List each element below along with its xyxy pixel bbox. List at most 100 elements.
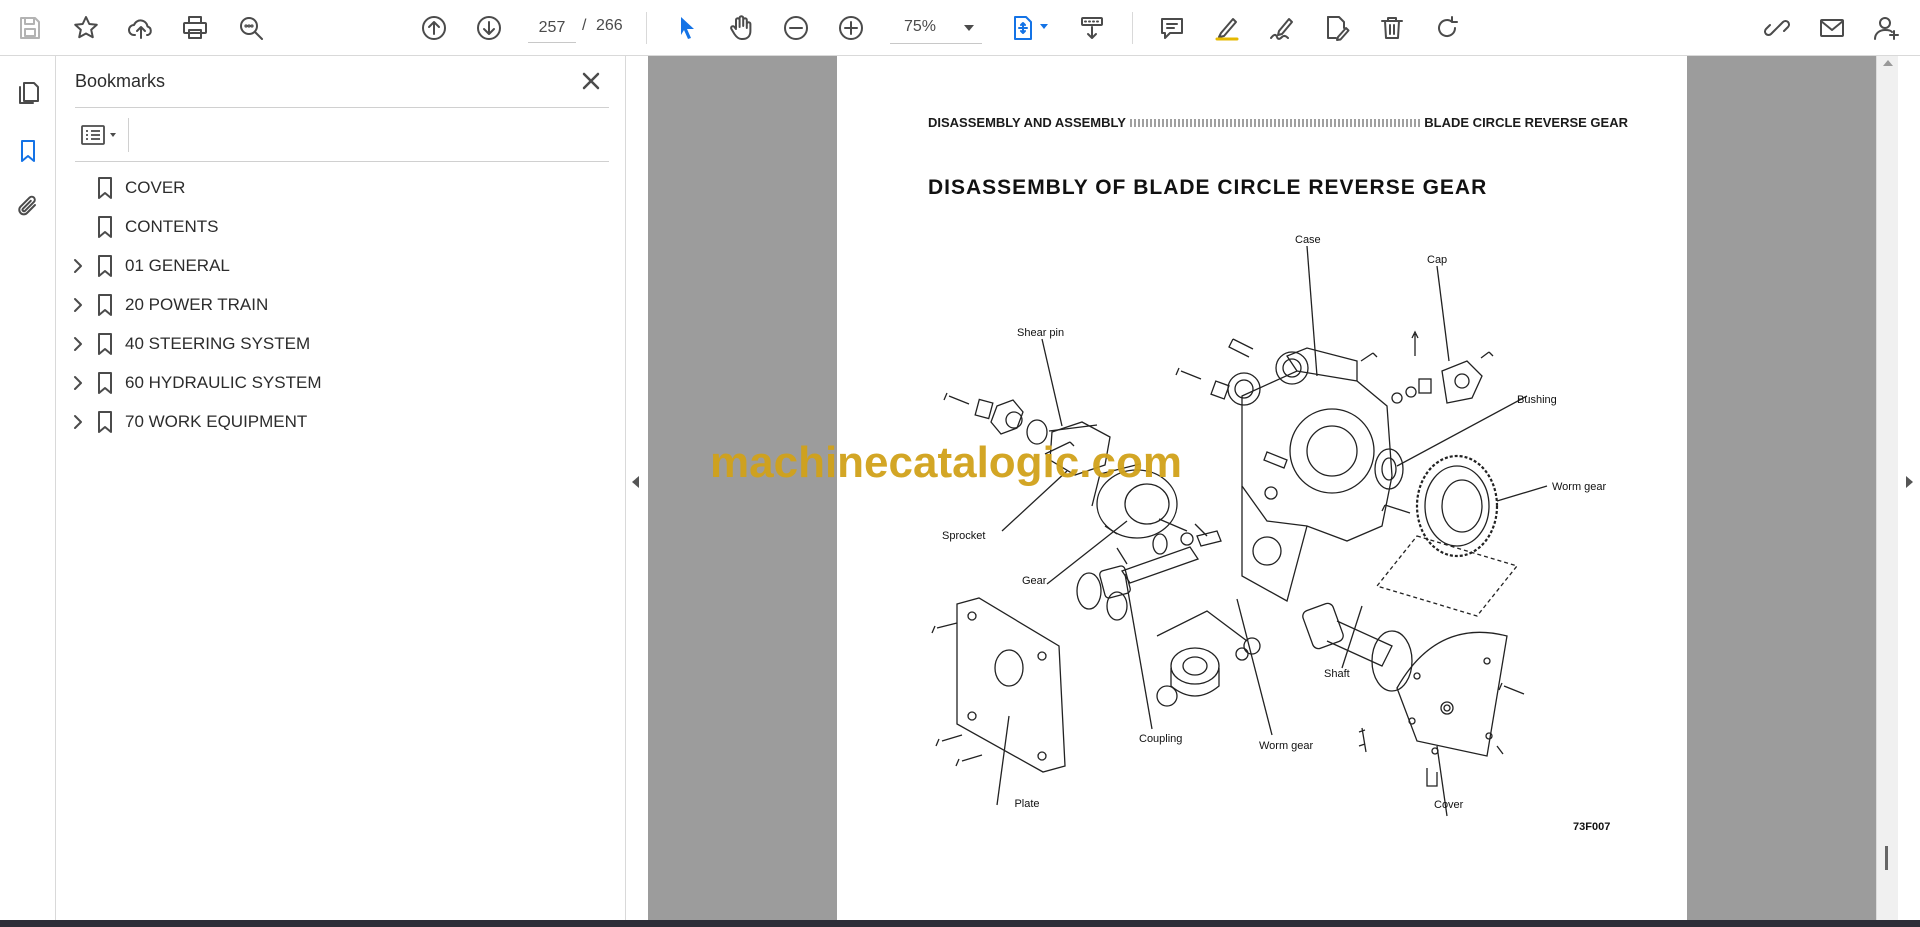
worm-gear-top-part: [1415, 454, 1499, 558]
account-icon[interactable]: [1866, 8, 1906, 48]
watermark-text: machinecatalogic.com: [710, 438, 1182, 487]
figure-code: 73F007: [1573, 821, 1611, 833]
bookmark-icon: [94, 254, 116, 278]
bookmark-icon: [94, 410, 116, 434]
hand-tool-icon[interactable]: [721, 8, 761, 48]
bookmark-label: 60 HYDRAULIC SYSTEM: [125, 373, 322, 392]
share-link-icon[interactable]: [1757, 8, 1797, 48]
bookmark-icon: [94, 293, 116, 317]
save-icon[interactable]: [10, 8, 50, 48]
bookmark-label: COVER: [125, 178, 186, 197]
main-toolbar: / 266 75%: [0, 0, 1920, 56]
zoom-in-icon[interactable]: [831, 8, 871, 48]
print-icon[interactable]: [175, 8, 215, 48]
plate-part: [956, 597, 1066, 773]
chevron-right-icon[interactable]: [68, 412, 88, 432]
zoom-out-icon[interactable]: [776, 8, 816, 48]
bookmark-item[interactable]: 60 HYDRAULIC SYSTEM: [56, 363, 626, 402]
taskbar-strip: [0, 920, 1920, 927]
edit-pdf-icon[interactable]: [1317, 8, 1357, 48]
find-zoom-icon[interactable]: [231, 8, 271, 48]
bookmark-item[interactable]: COVER: [56, 168, 626, 207]
label-cap: Cap: [1427, 254, 1447, 266]
cover-part: [1396, 631, 1508, 787]
pdf-page: DISASSEMBLY AND ASSEMBLY BLADE CIRCLE RE…: [837, 56, 1687, 920]
bookmark-item[interactable]: 40 STEERING SYSTEM: [56, 324, 626, 363]
label-sprocket: Sprocket: [942, 530, 985, 542]
divider: [128, 118, 129, 152]
shaft-part: [1302, 602, 1413, 692]
bookmark-panel-icon[interactable]: [8, 131, 48, 171]
bookmarks-panel: Bookmarks COVER CONTENTS 01 GENERAL 20 POWE…: [56, 56, 626, 920]
document-viewer: DISASSEMBLY AND ASSEMBLY BLADE CIRCLE RE…: [626, 56, 1920, 920]
bookmark-icon: [94, 371, 116, 395]
toolbar-divider: [646, 12, 647, 44]
bookmark-item[interactable]: CONTENTS: [56, 207, 626, 246]
bookmark-item[interactable]: 20 POWER TRAIN: [56, 285, 626, 324]
bookmark-label: CONTENTS: [125, 217, 219, 236]
bookmark-label: 40 STEERING SYSTEM: [125, 334, 311, 353]
email-icon[interactable]: [1812, 8, 1852, 48]
rotate-icon[interactable]: [1427, 8, 1467, 48]
label-bushing: Bushing: [1517, 394, 1557, 406]
draw-signature-icon[interactable]: [1262, 8, 1302, 48]
bookmark-item[interactable]: 01 GENERAL: [56, 246, 626, 285]
label-coupling: Coupling: [1139, 733, 1182, 745]
page-total: 266: [596, 17, 623, 34]
bookmark-item[interactable]: 70 WORK EQUIPMENT: [56, 402, 626, 441]
scroll-mode-icon[interactable]: [1072, 8, 1112, 48]
toolbar-divider: [1132, 12, 1133, 44]
highlight-pen-icon[interactable]: [1207, 8, 1247, 48]
collapse-left-panel-icon[interactable]: [632, 476, 639, 488]
chevron-down-icon: [964, 25, 974, 31]
bookmark-options-icon[interactable]: [75, 118, 125, 152]
zoom-level-dropdown[interactable]: 75%: [890, 12, 982, 44]
chevron-down-icon[interactable]: [1040, 24, 1048, 29]
label-shaft: Shaft: [1324, 668, 1350, 680]
label-gear: Gear: [1022, 575, 1047, 587]
chevron-right-icon[interactable]: [68, 373, 88, 393]
bookmark-icon: [94, 176, 116, 200]
bookmark-icon: [94, 332, 116, 356]
chevron-right-icon[interactable]: [68, 334, 88, 354]
worm-gear-bottom-part: [1156, 647, 1220, 707]
page-separator: /: [582, 17, 587, 34]
document-scroll-area[interactable]: DISASSEMBLY AND ASSEMBLY BLADE CIRCLE RE…: [648, 56, 1876, 920]
comment-icon[interactable]: [1152, 8, 1192, 48]
bookmark-label: 01 GENERAL: [125, 256, 230, 275]
label-case: Case: [1295, 234, 1321, 246]
chevron-right-icon[interactable]: [68, 256, 88, 276]
pdf-reader-window: / 266 75%: [0, 0, 1920, 927]
next-page-icon[interactable]: [469, 8, 509, 48]
exploded-view-diagram: Case Cap Shear pin Bushing Worm gear Spr…: [931, 234, 1607, 817]
scrollbar-thumb[interactable]: [1885, 846, 1888, 870]
delete-icon[interactable]: [1372, 8, 1412, 48]
fit-page-icon[interactable]: [1003, 8, 1043, 48]
label-plate: Plate: [1014, 798, 1039, 810]
cloud-upload-icon[interactable]: [121, 8, 161, 48]
navigation-rail: [0, 56, 56, 920]
bookmark-label: 70 WORK EQUIPMENT: [125, 412, 308, 431]
divider: [75, 161, 609, 162]
divider: [75, 107, 609, 108]
bookmarks-title: Bookmarks: [75, 71, 166, 91]
page-number-input[interactable]: [528, 13, 576, 43]
label-shear-pin: Shear pin: [1017, 327, 1064, 339]
select-cursor-icon[interactable]: [667, 8, 707, 48]
zoom-level-value: 75%: [904, 18, 937, 35]
vertical-scrollbar[interactable]: [1876, 56, 1898, 920]
page-thumbnails-icon[interactable]: [8, 73, 48, 113]
label-worm-gear-top: Worm gear: [1552, 481, 1607, 493]
collapse-right-panel-icon[interactable]: [1906, 476, 1913, 488]
close-icon[interactable]: [576, 66, 606, 96]
scroll-up-arrow-icon[interactable]: [1883, 60, 1893, 66]
chevron-right-icon[interactable]: [68, 295, 88, 315]
case-part: [1241, 347, 1393, 602]
previous-page-icon[interactable]: [414, 8, 454, 48]
label-cover: Cover: [1434, 799, 1464, 811]
label-worm-gear-bottom: Worm gear: [1259, 740, 1314, 752]
star-icon[interactable]: [66, 8, 106, 48]
attachment-icon[interactable]: [8, 186, 48, 226]
bookmark-icon: [94, 215, 116, 239]
bookmark-list: COVER CONTENTS 01 GENERAL 20 POWER TRAIN 40 …: [56, 168, 626, 441]
